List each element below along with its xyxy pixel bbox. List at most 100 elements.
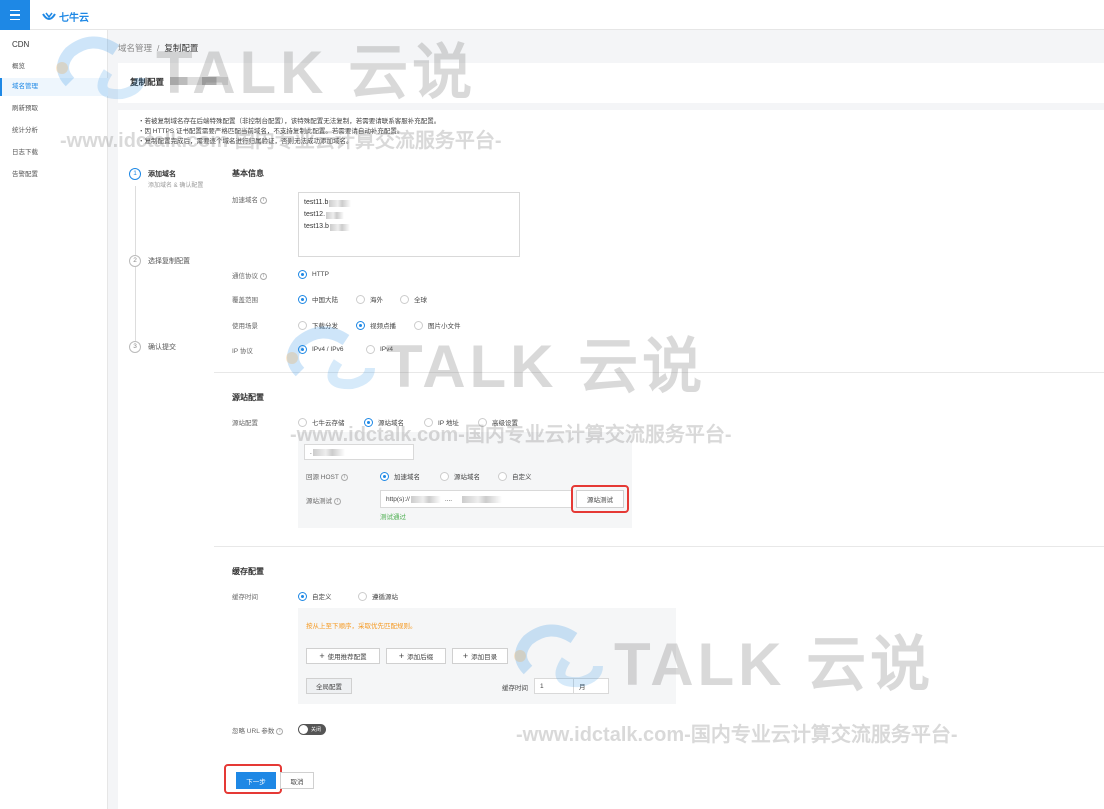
radio-dot	[356, 294, 365, 304]
cache-follow-origin-radio[interactable]: 遵循源站	[358, 591, 398, 601]
redacted-text	[462, 495, 503, 503]
ignore-url-toggle[interactable]: 关闭	[298, 724, 326, 735]
button-label: 添加后缀	[407, 654, 434, 661]
cache-time-input[interactable]: 1	[534, 678, 574, 694]
cache-time-row-label: 缓存时间	[502, 685, 528, 692]
radio-label: 下载分发	[312, 323, 338, 330]
radio-dot	[364, 417, 373, 427]
radio-dot	[298, 270, 307, 279]
info-icon[interactable]: i	[260, 196, 267, 204]
redacted-text	[326, 211, 345, 219]
origin-advanced-radio[interactable]: 高级设置	[478, 417, 518, 427]
plus-icon: +	[398, 651, 405, 661]
host-custom-radio[interactable]: 自定义	[498, 471, 532, 481]
protocol-label: 通信协议 i	[232, 270, 267, 280]
radio-label: IPv4	[380, 346, 394, 353]
radio-label: IP 地址	[438, 420, 459, 427]
origin-test-suffix: ....	[444, 495, 453, 503]
test-result: 测试通过	[380, 514, 406, 521]
breadcrumb: 域名管理 / 复制配置	[118, 42, 198, 54]
coverage-mainland-radio[interactable]: 中国大陆	[298, 294, 338, 304]
info-icon[interactable]: i	[276, 727, 284, 735]
step-connector	[135, 186, 136, 256]
ip-v4-radio[interactable]: IPv4	[366, 345, 393, 354]
radio-dot	[358, 591, 367, 601]
global-config-button[interactable]: 全局配置	[306, 678, 352, 694]
radio-label: 加速域名	[394, 474, 420, 481]
breadcrumb-current: 复制配置	[164, 43, 199, 53]
cancel-button[interactable]: 取消	[280, 772, 314, 789]
app-logo[interactable]: 七牛云	[42, 9, 89, 24]
step-connector	[135, 267, 136, 341]
breadcrumb-separator: /	[157, 43, 160, 53]
coverage-global-radio[interactable]: 全球	[400, 294, 427, 304]
host-accel-radio[interactable]: 加速域名	[380, 471, 420, 481]
redacted-text	[329, 199, 352, 207]
sidebar-item-alert-config[interactable]: 告警配置	[0, 166, 108, 184]
redacted-domain	[170, 77, 228, 85]
sidebar-item-domain-management[interactable]: 域名管理	[0, 78, 108, 96]
divider	[214, 546, 1104, 547]
coverage-overseas-radio[interactable]: 海外	[356, 294, 383, 304]
sidebar-item-statistics[interactable]: 统计分析	[0, 122, 108, 140]
coverage-label: 覆盖范围	[232, 297, 258, 304]
sidebar-item-log-download[interactable]: 日志下载	[0, 144, 108, 162]
scene-download-radio[interactable]: 下载分发	[298, 320, 338, 330]
host-label: 回源 HOST i	[306, 471, 348, 481]
sidebar-item-refresh-prefetch[interactable]: 刷新预取	[0, 100, 108, 118]
toggle-knob	[299, 725, 308, 734]
sidebar-item-overview[interactable]: 概览	[0, 58, 108, 76]
menu-icon[interactable]	[0, 0, 30, 30]
cache-time-unit-select[interactable]: 月	[573, 678, 609, 694]
radio-dot	[366, 345, 375, 354]
radio-dot	[414, 320, 423, 330]
radio-label: HTTP	[312, 271, 329, 278]
cache-custom-radio[interactable]: 自定义	[298, 591, 332, 601]
radio-label: 高级设置	[492, 420, 518, 427]
qiniu-logo-icon	[42, 12, 56, 20]
step-1-number: 1	[129, 168, 141, 180]
sidebar: CDN 概览 域名管理 刷新预取 统计分析 日志下载 告警配置	[0, 30, 108, 809]
origin-qiniu-radio[interactable]: 七牛云存储	[298, 417, 345, 427]
scene-small-file-radio[interactable]: 图片小文件	[414, 320, 461, 330]
radio-label: 源站域名	[378, 420, 404, 427]
radio-label: 七牛云存储	[312, 420, 345, 427]
scene-vod-radio[interactable]: 视频点播	[356, 320, 396, 330]
radio-label: 自定义	[312, 594, 332, 601]
origin-domain-input[interactable]: .	[304, 444, 414, 460]
notice-item: ・复制配置完成后，需要逐个域名进行归属验证，否则无法成功添加域名。	[138, 138, 353, 145]
radio-label: IPv4 / IPv6	[312, 346, 344, 353]
info-icon[interactable]: i	[260, 272, 267, 280]
info-icon[interactable]: i	[340, 473, 348, 481]
origin-test-label: 源站测试 i	[306, 495, 341, 505]
domain-textarea[interactable]: test11.b test12. test13.b	[298, 192, 520, 257]
protocol-http-radio[interactable]: HTTP	[298, 270, 329, 279]
origin-test-input[interactable]: http(s)://....	[380, 490, 572, 508]
step-3-label: 确认提交	[148, 344, 176, 351]
breadcrumb-parent[interactable]: 域名管理	[118, 43, 152, 53]
ignore-url-label: 忽略 URL 参数 i	[232, 725, 284, 735]
use-recommend-button[interactable]: + 使用推荐配置	[306, 648, 380, 664]
origin-ip-radio[interactable]: IP 地址	[424, 417, 459, 427]
step-1-label: 添加域名	[148, 171, 176, 178]
host-origin-radio[interactable]: 源站域名	[440, 471, 480, 481]
radio-dot	[298, 591, 307, 601]
page-title: 复制配置	[130, 77, 165, 87]
origin-domain-value: .	[310, 448, 312, 456]
domain-line: test13.b	[304, 223, 329, 230]
plus-icon: +	[462, 651, 469, 661]
step-2-number: 2	[129, 255, 141, 267]
radio-dot	[356, 320, 365, 330]
radio-label: 源站域名	[454, 474, 480, 481]
radio-dot	[424, 417, 433, 427]
origin-domain-radio[interactable]: 源站域名	[364, 417, 404, 427]
ip-dual-radio[interactable]: IPv4 / IPv6	[298, 345, 343, 354]
highlight-box	[571, 485, 629, 513]
radio-label: 中国大陆	[312, 297, 338, 304]
add-directory-button[interactable]: + 添加目录	[452, 648, 508, 664]
notice-list: ・若被复制域名存在后端特殊配置（非控制台配置），该特殊配置无法复制，若需要请联系…	[138, 117, 440, 147]
add-suffix-button[interactable]: + 添加后缀	[386, 648, 446, 664]
info-icon[interactable]: i	[334, 497, 341, 505]
cache-hint: 按从上至下顺序，采取优先匹配规则。	[306, 623, 417, 630]
radio-label: 海外	[370, 297, 383, 304]
